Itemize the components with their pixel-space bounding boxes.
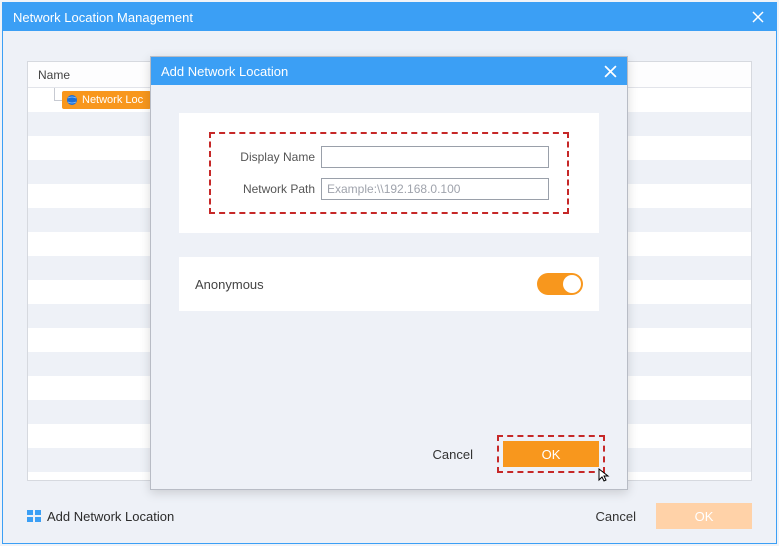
add-location-dialog: Add Network Location Display Name Networ… xyxy=(150,56,628,490)
anonymous-toggle[interactable] xyxy=(537,273,583,295)
display-name-row: Display Name xyxy=(229,146,549,168)
fields-panel: Display Name Network Path xyxy=(179,113,599,233)
toggle-knob xyxy=(563,275,581,293)
bottom-bar: Add Network Location Cancel OK xyxy=(27,503,752,529)
ok-button[interactable]: OK xyxy=(503,441,599,467)
main-titlebar: Network Location Management xyxy=(3,3,776,31)
highlighted-fields: Display Name Network Path xyxy=(209,132,569,214)
dialog-title: Add Network Location xyxy=(161,64,288,79)
anonymous-panel: Anonymous xyxy=(179,257,599,311)
cancel-button[interactable]: Cancel xyxy=(596,509,636,524)
bottom-actions: Cancel OK xyxy=(596,503,752,529)
selected-location[interactable]: Network Loc xyxy=(62,91,151,109)
display-name-field[interactable] xyxy=(321,146,549,168)
display-name-label: Display Name xyxy=(229,150,315,164)
tree-connector xyxy=(48,88,62,112)
cursor-icon xyxy=(597,467,613,483)
dialog-body: Display Name Network Path Anonymous xyxy=(151,85,627,311)
dialog-titlebar: Add Network Location xyxy=(151,57,627,85)
close-icon[interactable] xyxy=(604,65,617,78)
add-link-label: Add Network Location xyxy=(47,509,174,524)
selected-location-label: Network Loc xyxy=(82,94,143,106)
ok-button-highlight: OK xyxy=(497,435,605,473)
close-icon[interactable] xyxy=(750,9,766,25)
add-network-location-button[interactable]: Add Network Location xyxy=(27,509,174,524)
anonymous-label: Anonymous xyxy=(195,277,264,292)
globe-icon xyxy=(66,94,78,106)
main-title: Network Location Management xyxy=(13,10,193,25)
network-path-row: Network Path xyxy=(229,178,549,200)
network-icon xyxy=(27,510,41,522)
network-path-label: Network Path xyxy=(229,182,315,196)
network-path-field[interactable] xyxy=(321,178,549,200)
ok-button-disabled: OK xyxy=(656,503,752,529)
cancel-button[interactable]: Cancel xyxy=(433,447,473,462)
dialog-footer: Cancel OK xyxy=(433,435,605,473)
